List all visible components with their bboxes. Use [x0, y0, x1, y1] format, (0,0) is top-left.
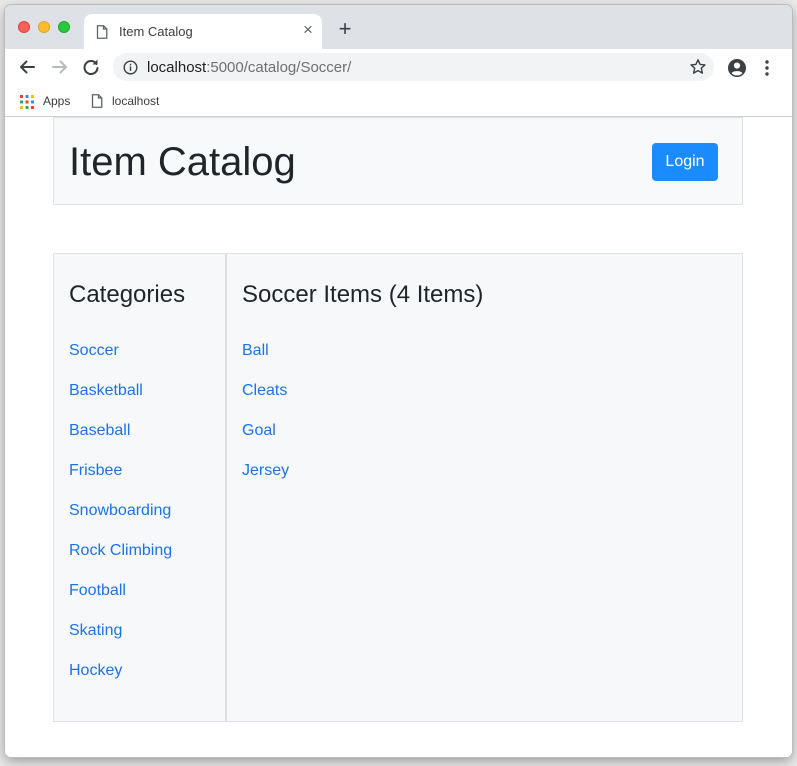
category-list: Soccer Basketball Baseball Frisbee Snowb… — [69, 342, 172, 702]
item-link-jersey[interactable]: Jersey — [242, 462, 289, 479]
site-info-icon[interactable] — [123, 60, 138, 80]
address-bar[interactable]: localhost:5000/catalog/Soccer/ — [113, 53, 714, 81]
items-heading: Soccer Items (4 Items) — [242, 281, 484, 308]
item-link-cleats[interactable]: Cleats — [242, 382, 287, 399]
category-link-rock-climbing[interactable]: Rock Climbing — [69, 542, 172, 559]
bookmarks-bar: Apps localhost — [5, 85, 792, 117]
forward-arrow-icon[interactable] — [50, 57, 70, 77]
category-link-hockey[interactable]: Hockey — [69, 662, 122, 679]
catalog-content: Categories Soccer Basketball Baseball Fr… — [53, 253, 743, 722]
page-title: Item Catalog — [69, 140, 296, 184]
list-item: Frisbee — [69, 462, 172, 502]
category-link-skating[interactable]: Skating — [69, 622, 122, 639]
browser-window: Item Catalog × + localhost:5000/catalog/… — [5, 5, 792, 757]
zoom-window-icon[interactable] — [58, 21, 70, 33]
list-item: Basketball — [69, 382, 172, 422]
url-path: :5000/catalog/Soccer/ — [206, 59, 352, 76]
profile-avatar-icon[interactable] — [727, 58, 747, 83]
items-panel: Soccer Items (4 Items) Ball Cleats Goal … — [227, 254, 742, 721]
item-link-goal[interactable]: Goal — [242, 422, 276, 439]
page-icon — [91, 94, 103, 113]
list-item: Rock Climbing — [69, 542, 172, 582]
back-arrow-icon[interactable] — [17, 57, 37, 77]
list-item: Ball — [242, 342, 289, 382]
browser-toolbar: localhost:5000/catalog/Soccer/ — [5, 49, 792, 85]
category-link-basketball[interactable]: Basketball — [69, 382, 143, 399]
site-header: Item Catalog Login — [53, 117, 743, 205]
close-window-icon[interactable] — [18, 21, 30, 33]
apps-grid-icon[interactable] — [20, 95, 34, 114]
list-item: Snowboarding — [69, 502, 172, 542]
list-item: Skating — [69, 622, 172, 662]
category-link-football[interactable]: Football — [69, 582, 126, 599]
list-item: Cleats — [242, 382, 289, 422]
login-button[interactable]: Login — [652, 143, 718, 181]
category-link-snowboarding[interactable]: Snowboarding — [69, 502, 171, 519]
bookmark-apps[interactable]: Apps — [43, 94, 70, 108]
url-host: localhost — [147, 59, 207, 76]
categories-heading: Categories — [69, 281, 186, 308]
new-tab-icon[interactable]: + — [334, 18, 356, 41]
tab-title: Item Catalog — [119, 24, 193, 39]
list-item: Football — [69, 582, 172, 622]
page-content: Item Catalog Login Categories Soccer Bas… — [5, 117, 792, 757]
more-menu-icon[interactable] — [763, 58, 771, 83]
page-icon — [96, 25, 108, 44]
item-list: Ball Cleats Goal Jersey — [242, 342, 289, 502]
tab-strip: Item Catalog × + — [5, 5, 792, 49]
url-text: localhost:5000/catalog/Soccer/ — [147, 59, 351, 76]
tab-item-catalog[interactable]: Item Catalog × — [84, 14, 322, 49]
category-link-soccer[interactable]: Soccer — [69, 342, 119, 359]
list-item: Goal — [242, 422, 289, 462]
list-item: Jersey — [242, 462, 289, 502]
item-link-ball[interactable]: Ball — [242, 342, 269, 359]
bookmark-localhost[interactable]: localhost — [112, 94, 159, 108]
reload-icon[interactable] — [81, 57, 101, 77]
category-link-baseball[interactable]: Baseball — [69, 422, 130, 439]
bookmark-star-icon[interactable] — [689, 58, 707, 81]
categories-sidebar: Categories Soccer Basketball Baseball Fr… — [54, 254, 227, 721]
minimize-window-icon[interactable] — [38, 21, 50, 33]
list-item: Soccer — [69, 342, 172, 382]
list-item: Hockey — [69, 662, 172, 702]
close-tab-icon[interactable]: × — [300, 21, 316, 38]
list-item: Baseball — [69, 422, 172, 462]
category-link-frisbee[interactable]: Frisbee — [69, 462, 122, 479]
